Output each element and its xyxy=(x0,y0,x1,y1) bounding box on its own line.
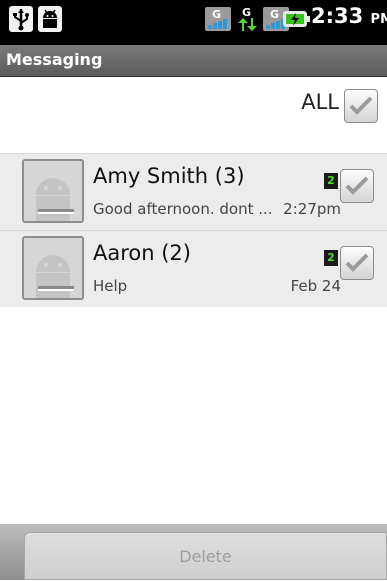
message-snippet: Good afternoon. dont ... xyxy=(93,200,273,218)
message-time: 2:27pm xyxy=(283,200,341,218)
contact-name: Amy Smith (3) xyxy=(93,164,245,188)
signal-g-icon: G xyxy=(205,5,231,33)
avatar xyxy=(22,236,84,300)
title-bar: Messaging xyxy=(0,45,387,77)
bottom-action-bar: Delete xyxy=(0,524,387,580)
message-checkbox[interactable] xyxy=(340,246,374,280)
list-item[interactable]: Amy Smith (3) Good afternoon. dont ... 2… xyxy=(0,153,387,230)
usb-icon xyxy=(8,5,34,33)
list-item[interactable]: Aaron (2) Help Feb 24 2 xyxy=(0,230,387,307)
android-debug-icon xyxy=(37,5,63,33)
contact-name: Aaron (2) xyxy=(93,241,191,265)
svg-text:G: G xyxy=(212,8,221,21)
message-time: Feb 24 xyxy=(290,277,341,295)
select-all-row[interactable]: ALL xyxy=(0,77,387,152)
select-all-label: ALL xyxy=(301,90,339,114)
svg-text:G: G xyxy=(270,8,279,21)
status-bar: G G G 2:33 PM xyxy=(0,0,387,45)
select-all-checkbox[interactable] xyxy=(344,89,378,123)
battery-charging-icon xyxy=(282,5,310,33)
avatar xyxy=(22,159,84,223)
message-snippet: Help xyxy=(93,277,128,295)
delete-button[interactable]: Delete xyxy=(24,532,387,580)
data-transfer-icon: G xyxy=(234,5,260,33)
status-time: 2:33 PM xyxy=(311,4,387,28)
sim-badge: 2 xyxy=(324,250,338,266)
page-title: Messaging xyxy=(6,50,103,69)
sim-badge: 2 xyxy=(324,173,338,189)
svg-text:G: G xyxy=(242,6,251,19)
message-checkbox[interactable] xyxy=(340,169,374,203)
